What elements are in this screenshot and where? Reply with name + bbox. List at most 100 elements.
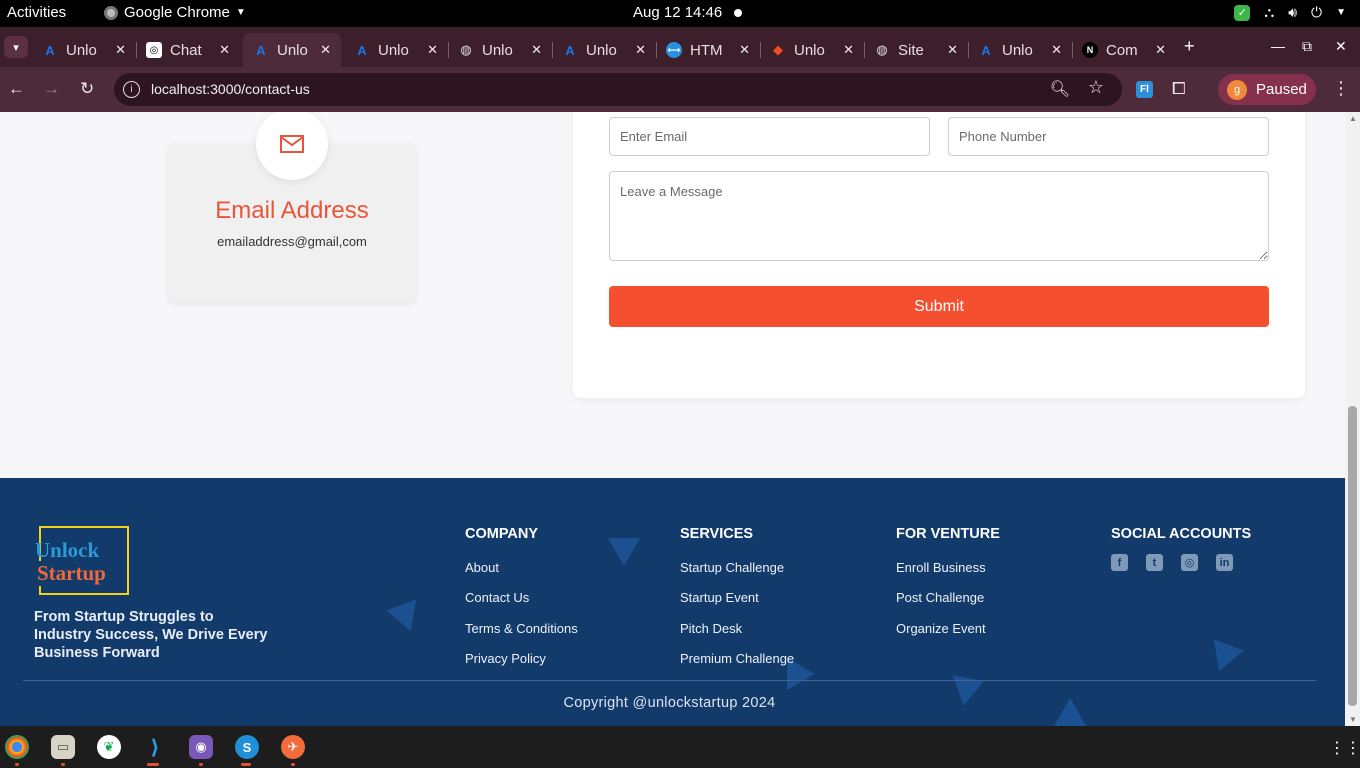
restore-icon[interactable]: ⧉ — [1302, 38, 1312, 55]
footer-link-contact[interactable]: Contact Us — [465, 590, 529, 605]
email-card-value: emailaddress@gmail,com — [217, 234, 367, 249]
close-icon[interactable]: ✕ — [1155, 42, 1166, 58]
tab[interactable]: A Unlo ✕ — [32, 33, 137, 67]
mongodb-dock-icon[interactable]: ❦ — [97, 735, 121, 759]
tab[interactable]: A Unlo ✕ — [344, 33, 449, 67]
decor-triangle — [1204, 639, 1244, 677]
mail-icon — [280, 135, 304, 153]
minimize-icon[interactable]: — — [1271, 38, 1285, 54]
notification-dot-icon — [734, 9, 742, 17]
address-bar[interactable]: i localhost:3000/contact-us 🔍︎ ☆ — [114, 73, 1122, 106]
social-heading: SOCIAL ACCOUNTS — [1111, 526, 1252, 542]
close-icon[interactable]: ✕ — [635, 42, 646, 58]
chevron-down-icon[interactable]: ▼ — [1336, 7, 1346, 18]
social-icons: f t ◎ in — [1111, 554, 1233, 571]
logo-text-unlock[interactable]: Unlock — [35, 538, 99, 563]
close-icon[interactable]: ✕ — [320, 42, 331, 58]
footer-tagline: From Startup Struggles to Industry Succe… — [34, 609, 268, 661]
app-name: Google Chrome — [124, 4, 230, 21]
decor-triangle — [386, 599, 426, 637]
close-icon[interactable]: ✕ — [531, 42, 542, 58]
scroll-up-icon[interactable]: ▲ — [1349, 114, 1357, 123]
close-icon[interactable]: ✕ — [219, 42, 230, 58]
chrome-dock-icon[interactable] — [5, 735, 29, 759]
close-icon[interactable]: ✕ — [115, 42, 126, 58]
tab-title: Unlo — [586, 41, 617, 59]
tab[interactable]: A Unlo ✕ — [968, 33, 1073, 67]
back-icon[interactable]: ← — [8, 79, 25, 99]
vscode-dock-icon[interactable]: ⟩ — [143, 735, 167, 759]
profile-button[interactable]: g Paused — [1218, 74, 1316, 105]
linkedin-icon[interactable]: in — [1216, 554, 1233, 571]
network-icon[interactable]: ⛬ — [1264, 4, 1274, 21]
tab-strip: ▾ A Unlo ✕ ◎ Chat ✕ A Unlo ✕ A Unlo ✕ ◍ … — [0, 27, 1360, 67]
tab-search-button[interactable]: ▾ — [4, 36, 28, 58]
footer-link-about[interactable]: About — [465, 560, 499, 575]
zoom-icon[interactable]: 🔍︎ — [1050, 79, 1070, 99]
browser-toolbar: ← → ↻ i localhost:3000/contact-us 🔍︎ ☆ F… — [0, 67, 1360, 112]
power-icon[interactable]: ⏻ — [1311, 4, 1322, 21]
bookmark-star-icon[interactable]: ☆ — [1088, 77, 1104, 98]
extension-icon[interactable]: Fl — [1136, 81, 1153, 98]
phone-input[interactable] — [948, 117, 1269, 156]
footer-link-post-challenge[interactable]: Post Challenge — [896, 590, 984, 605]
scrollbar-thumb[interactable] — [1348, 406, 1357, 706]
footer-link-pitch-desk[interactable]: Pitch Desk — [680, 621, 742, 636]
message-textarea[interactable] — [609, 171, 1269, 261]
footer-link-organize-event[interactable]: Organize Event — [896, 621, 986, 636]
forward-icon[interactable]: → — [43, 79, 60, 99]
app-grid-icon[interactable]: ⋮⋮⋮ — [1329, 738, 1360, 758]
page-scrollbar[interactable]: ▲ ▼ — [1345, 112, 1360, 726]
submit-button[interactable]: Submit — [609, 286, 1269, 327]
url-text[interactable]: localhost:3000/contact-us — [151, 81, 310, 97]
tab[interactable]: ◍ Unlo ✕ — [448, 33, 553, 67]
close-icon[interactable]: ✕ — [947, 42, 958, 58]
tab-active[interactable]: A Unlo ✕ — [243, 33, 341, 67]
close-icon[interactable]: ✕ — [739, 42, 750, 58]
system-tray[interactable]: ✓ ⛬ 🔊︎ ⏻ ▼ — [1234, 4, 1346, 21]
files-dock-icon[interactable]: ▭ — [51, 735, 75, 759]
extensions-puzzle-icon[interactable]: ⧠ — [1172, 79, 1186, 99]
footer-link-enroll-business[interactable]: Enroll Business — [896, 560, 986, 575]
tab[interactable]: ◆ Unlo ✕ — [760, 33, 865, 67]
close-window-icon[interactable]: ✕ — [1335, 38, 1347, 55]
instagram-icon[interactable]: ◎ — [1181, 554, 1198, 571]
page-content: Email Address emailaddress@gmail,com Sub… — [0, 112, 1345, 726]
email-input[interactable] — [609, 117, 930, 156]
github-desktop-dock-icon[interactable]: ◉ — [189, 735, 213, 759]
a-logo-icon: A — [981, 42, 991, 58]
facebook-icon[interactable]: f — [1111, 554, 1128, 571]
reload-icon[interactable]: ↻ — [80, 79, 94, 99]
more-menu-icon[interactable]: ⋮ — [1332, 78, 1350, 99]
new-tab-button[interactable]: + — [1184, 36, 1195, 57]
shield-check-icon[interactable]: ✓ — [1234, 4, 1251, 21]
tab[interactable]: ⟷ HTM ✕ — [656, 33, 761, 67]
footer-link-premium-challenge[interactable]: Premium Challenge — [680, 651, 794, 666]
figma-icon: ◆ — [773, 42, 783, 57]
close-icon[interactable]: ✕ — [1051, 42, 1062, 58]
logo-text-startup[interactable]: Startup — [37, 561, 109, 586]
clock[interactable]: Aug 12 14:46 — [633, 4, 722, 21]
company-heading: COMPANY — [465, 526, 539, 542]
decor-triangle — [608, 538, 640, 566]
activities-button[interactable]: Activities — [7, 4, 66, 21]
close-icon[interactable]: ✕ — [843, 42, 854, 58]
tab[interactable]: ◍ Site ✕ — [864, 33, 969, 67]
twitter-icon[interactable]: t — [1146, 554, 1163, 571]
app-menu[interactable]: Google Chrome ▼ — [104, 4, 246, 21]
tab[interactable]: A Unlo ✕ — [552, 33, 657, 67]
footer-link-terms[interactable]: Terms & Conditions — [465, 621, 578, 636]
tab[interactable]: N Com ✕ — [1072, 33, 1176, 67]
close-icon[interactable]: ✕ — [427, 42, 438, 58]
footer-link-startup-challenge[interactable]: Startup Challenge — [680, 560, 784, 575]
tab[interactable]: ◎ Chat ✕ — [136, 33, 240, 67]
site-footer: Unlock Startup From Startup Struggles to… — [0, 478, 1345, 726]
skype-dock-icon[interactable]: S — [235, 735, 259, 759]
volume-icon[interactable]: 🔊︎ — [1288, 4, 1297, 21]
footer-link-startup-event[interactable]: Startup Event — [680, 590, 759, 605]
footer-link-privacy[interactable]: Privacy Policy — [465, 651, 546, 666]
a-logo-icon: A — [357, 42, 367, 58]
scroll-down-icon[interactable]: ▼ — [1349, 715, 1357, 724]
postman-dock-icon[interactable]: ✈ — [281, 735, 305, 759]
site-info-icon[interactable]: i — [123, 81, 140, 98]
